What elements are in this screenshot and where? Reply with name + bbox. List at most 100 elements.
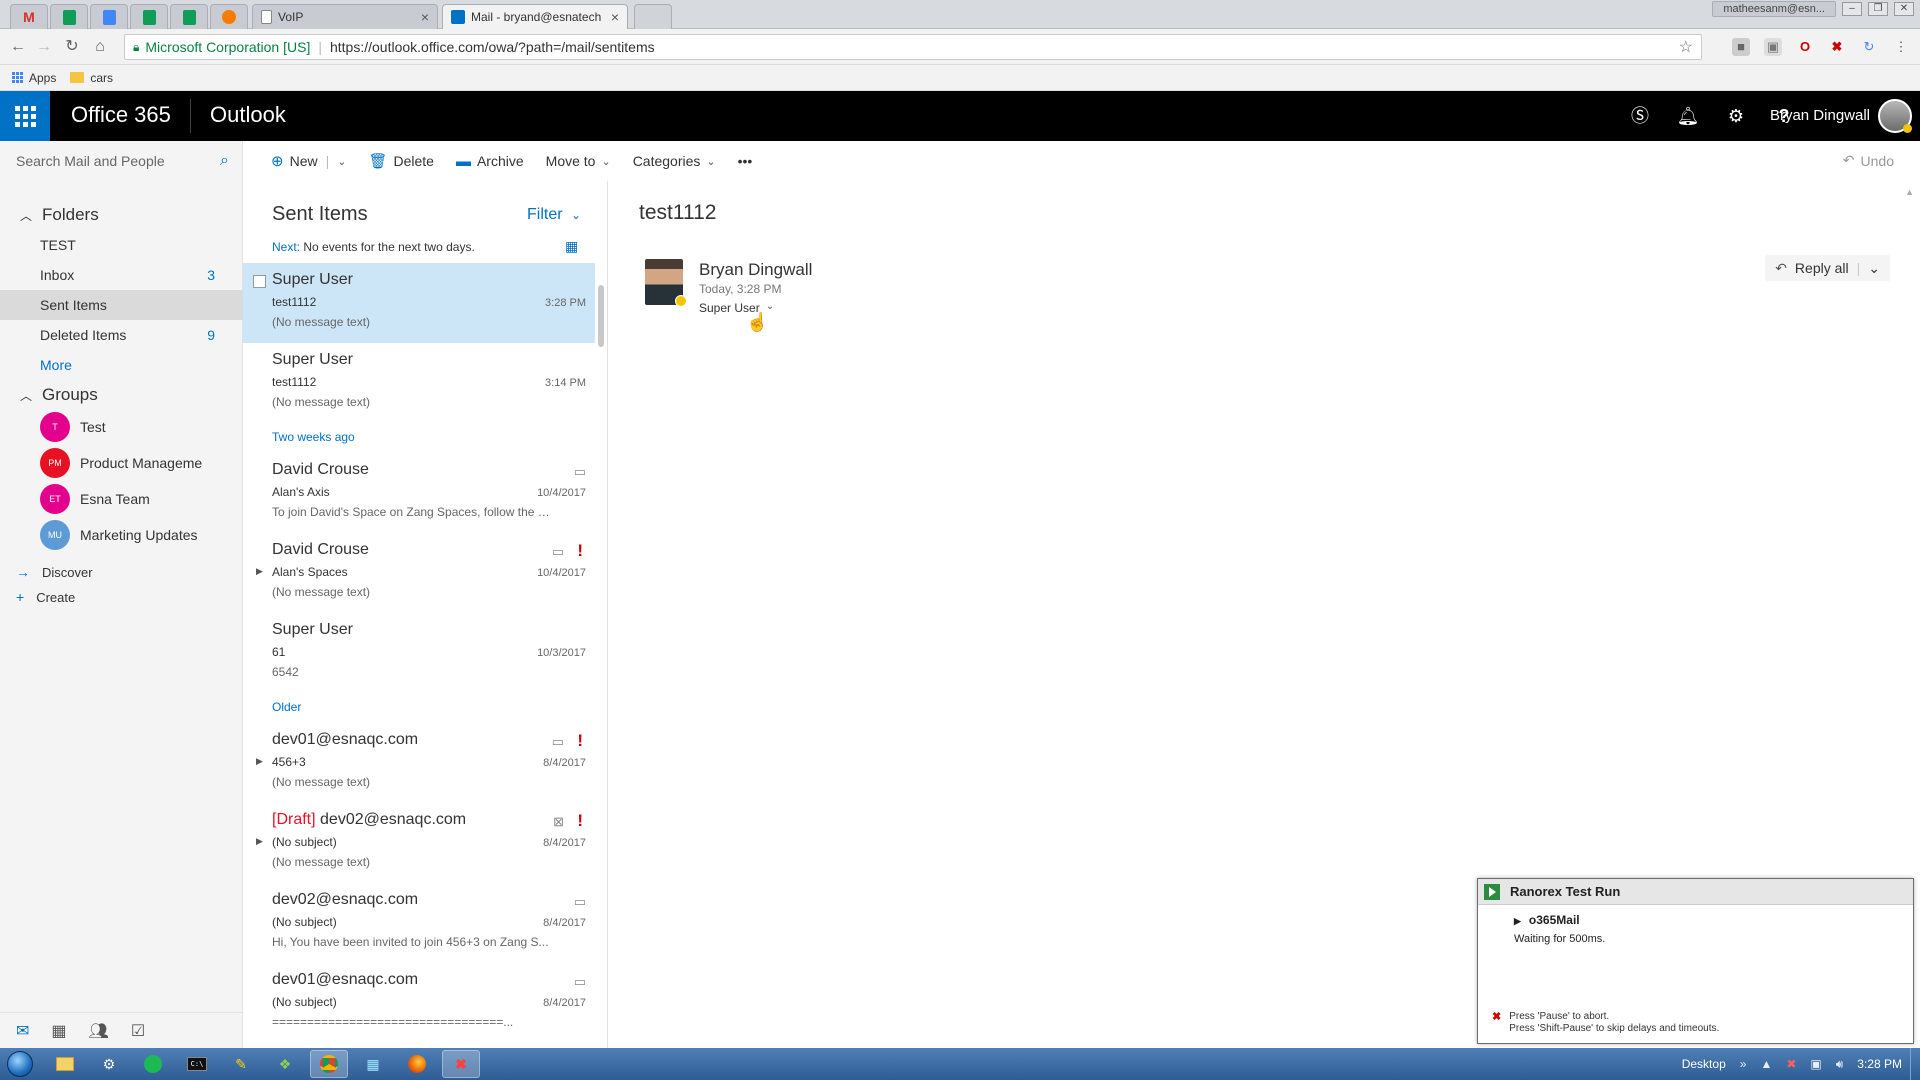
restore-icon[interactable]: ❐ xyxy=(1868,2,1888,16)
chevron-right-icon[interactable]: » xyxy=(1740,1057,1747,1071)
show-desktop-button[interactable] xyxy=(1910,1048,1920,1080)
gear-icon[interactable]: ⚙ xyxy=(1712,91,1760,141)
filter-button[interactable]: Filter ⌄ xyxy=(527,206,581,224)
expand-conversation-icon[interactable]: ▶ xyxy=(256,566,263,577)
list-item[interactable]: Super User 61 6542 10/3/2017 xyxy=(243,613,595,693)
group-item-marketing-updates[interactable]: MU Marketing Updates xyxy=(40,520,198,550)
bookmark-cars[interactable]: cars xyxy=(70,71,113,85)
extension-icon[interactable]: ▣ xyxy=(1764,38,1782,56)
expand-conversation-icon[interactable]: ▶ xyxy=(256,836,263,847)
user-name[interactable]: Bryan Dingwall xyxy=(1770,107,1870,124)
tab-voip[interactable]: VoIP × xyxy=(252,4,438,29)
new-button[interactable]: ⊕ New | ⌄ xyxy=(271,152,346,170)
group-item-test[interactable]: T Test xyxy=(40,412,106,442)
bookmark-apps[interactable]: Apps xyxy=(12,71,56,85)
group-item-esna-team[interactable]: ET Esna Team xyxy=(40,484,150,514)
app-name[interactable]: Outlook xyxy=(210,102,286,128)
bell-icon[interactable]: 🔔︎ xyxy=(1664,91,1712,141)
list-item[interactable]: dev01@esnaqc.com ▭ (No subject) ========… xyxy=(243,963,595,1043)
tab-sheets-3[interactable] xyxy=(170,4,208,29)
sync-icon[interactable]: ↻ xyxy=(1860,38,1878,56)
undo-button[interactable]: ↶ Undo xyxy=(1843,152,1894,169)
tab-orange-app[interactable] xyxy=(210,4,248,29)
volume-icon[interactable]: 🔊︎ xyxy=(1836,1057,1844,1072)
create-link[interactable]: + Create xyxy=(16,589,75,605)
menu-icon[interactable]: ⋮ xyxy=(1892,38,1910,56)
opera-icon[interactable]: O xyxy=(1796,38,1814,56)
mail-icon[interactable]: ✉ xyxy=(16,1021,29,1041)
green-app-icon[interactable]: ❖ xyxy=(266,1050,304,1078)
ranorex-test-item[interactable]: ▶ o365Mail xyxy=(1514,913,1580,927)
more-commands-button[interactable]: ••• xyxy=(738,153,753,169)
bookmark-star-icon[interactable]: ☆ xyxy=(1679,37,1693,57)
network-app-icon[interactable]: ⚙ xyxy=(90,1050,128,1078)
forward-icon[interactable]: → xyxy=(34,37,54,57)
reply-all-button[interactable]: ↶ Reply all | ⌄ xyxy=(1765,255,1890,281)
terminal-icon[interactable]: C:\ xyxy=(178,1050,216,1078)
categories-button[interactable]: Categories ⌄ xyxy=(633,153,716,169)
network-warning-icon[interactable]: ✖ xyxy=(1786,1057,1796,1071)
select-checkbox[interactable] xyxy=(253,275,266,288)
scroll-up-icon[interactable]: ▲ xyxy=(1905,187,1914,197)
list-item[interactable]: David Crouse ▭ ! ▶ Alan's Spaces (No mes… xyxy=(243,533,595,613)
list-item[interactable]: Super User test1112 (No message text) 3:… xyxy=(243,343,595,423)
desktop-toolbar[interactable]: Desktop xyxy=(1682,1057,1726,1071)
url-field[interactable]: 🔒︎ Microsoft Corporation [US] | https://… xyxy=(124,34,1702,60)
list-item[interactable]: dev01@esnaqc.com ▭ ! ▶ 456+3 (No message… xyxy=(243,723,595,803)
app-launcher-icon[interactable] xyxy=(0,91,50,141)
tab-docs[interactable] xyxy=(90,4,128,29)
profile-chip[interactable]: matheesanm@esn... xyxy=(1712,1,1836,17)
reload-icon[interactable]: ↻ xyxy=(62,37,82,57)
close-tab-icon[interactable]: × xyxy=(611,9,619,25)
archive-button[interactable]: ▬ Archive xyxy=(456,153,524,170)
folder-item-sent[interactable]: Sent Items xyxy=(0,290,243,320)
list-item[interactable]: [Draft] dev02@esnaqc.com ⊠ ! ▶ (No subje… xyxy=(243,803,595,883)
list-item[interactable]: dev02@esnaqc.com ▭ (No subject) Hi, You … xyxy=(243,883,595,963)
extension-icon[interactable]: ■ xyxy=(1732,38,1750,56)
move-to-button[interactable]: Move to ⌄ xyxy=(546,153,611,169)
back-icon[interactable]: ← xyxy=(8,37,28,57)
tab-sheets-2[interactable] xyxy=(130,4,168,29)
folder-item-inbox[interactable]: Inbox 3 xyxy=(0,260,243,290)
close-window-icon[interactable]: ✕ xyxy=(1894,2,1914,16)
close-tab-icon[interactable]: × xyxy=(421,9,429,25)
spotify-icon[interactable] xyxy=(134,1050,172,1078)
sender-name[interactable]: Bryan Dingwall xyxy=(699,260,812,280)
folders-header[interactable]: ︿ Folders xyxy=(20,205,99,225)
clock[interactable]: 3:28 PM xyxy=(1857,1057,1902,1071)
tools-icon[interactable]: ✖ xyxy=(1828,38,1846,56)
folder-item-test[interactable]: TEST xyxy=(0,230,243,260)
skype-icon[interactable]: Ⓢ xyxy=(1616,91,1664,141)
avatar[interactable] xyxy=(1878,99,1912,133)
delete-button[interactable]: 🗑︎ Delete xyxy=(368,152,434,170)
avatar[interactable] xyxy=(645,259,687,307)
tab-sheets-1[interactable] xyxy=(50,4,88,29)
folder-item-deleted[interactable]: Deleted Items 9 xyxy=(0,320,243,350)
chevron-down-icon[interactable]: ⌄ xyxy=(1868,260,1880,277)
search-input[interactable]: Search Mail and People ⌕ xyxy=(0,141,243,181)
firefox-icon[interactable] xyxy=(398,1050,436,1078)
tab-mail[interactable]: Mail - bryand@esnatech × xyxy=(442,4,628,29)
new-tab-button[interactable] xyxy=(634,4,672,29)
folder-item-more[interactable]: More xyxy=(0,350,243,380)
groups-header[interactable]: ︿ Groups xyxy=(20,385,98,405)
suite-brand[interactable]: Office 365 xyxy=(71,102,171,128)
expand-conversation-icon[interactable]: ▶ xyxy=(256,756,263,767)
start-button[interactable] xyxy=(0,1048,40,1080)
tab-gmail[interactable]: M xyxy=(10,4,48,29)
list-item[interactable]: Super User test1112 (No message text) 3:… xyxy=(243,263,595,343)
tray-expand-icon[interactable]: ▲ xyxy=(1760,1057,1772,1071)
chrome-icon[interactable] xyxy=(310,1050,348,1078)
ranorex-icon[interactable]: ✖ xyxy=(442,1050,480,1078)
calendar-icon[interactable]: ▦ xyxy=(565,238,578,255)
group-item-product-management[interactable]: PM Product Manageme xyxy=(40,448,202,478)
discover-link[interactable]: → Discover xyxy=(16,564,93,580)
explorer-icon[interactable] xyxy=(46,1050,84,1078)
people-icon[interactable]: 👥︎ xyxy=(89,1021,109,1041)
network-icon[interactable]: ▣ xyxy=(1810,1057,1821,1071)
list-item[interactable]: David Crouse ▭ Alan's Axis To join David… xyxy=(243,453,595,533)
tasks-icon[interactable]: ☑ xyxy=(131,1021,145,1041)
list-scrollbar[interactable] xyxy=(598,285,604,347)
calendar-icon[interactable]: ▦ xyxy=(51,1021,66,1041)
search-icon[interactable]: ⌕ xyxy=(220,152,229,170)
